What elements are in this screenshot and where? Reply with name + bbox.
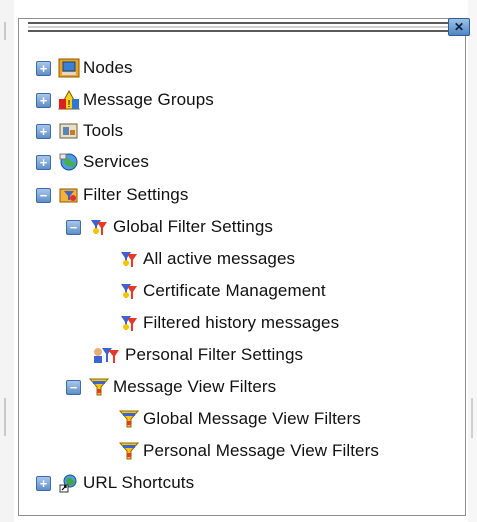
tree-item-services[interactable]: + Services: [36, 150, 149, 174]
tree-item-label: Nodes: [83, 58, 133, 77]
tree-item-label: Personal Message View Filters: [143, 441, 379, 460]
funnel-icon: [118, 441, 140, 461]
tree-item-all-active-messages[interactable]: All active messages: [118, 247, 295, 271]
collapse-icon[interactable]: −: [66, 219, 81, 235]
tree-item-personal-filter-settings[interactable]: Personal Filter Settings: [92, 343, 303, 367]
tree-item-label: Message View Filters: [113, 377, 277, 396]
expand-icon[interactable]: +: [36, 123, 51, 139]
tree-item-message-groups[interactable]: + ! Message Groups: [36, 88, 214, 112]
tree-item-label: Global Filter Settings: [113, 217, 273, 236]
tree-item-label: Personal Filter Settings: [125, 345, 304, 364]
tree-item-label: All active messages: [143, 249, 296, 268]
tree-item-label: Tools: [83, 121, 124, 140]
services-icon: [58, 152, 80, 172]
tree-item-label: Global Message View Filters: [143, 409, 361, 428]
tree-item-filter-settings[interactable]: − Filter Settings: [36, 183, 188, 207]
message-groups-icon: !: [58, 89, 80, 110]
collapse-icon[interactable]: −: [36, 187, 51, 203]
filter-settings-icon: [58, 185, 80, 205]
expand-icon[interactable]: +: [36, 92, 51, 108]
tree-item-label: Certificate Management: [143, 281, 326, 300]
nodes-icon: [58, 58, 80, 78]
tree-item-label: Message Groups: [83, 90, 214, 109]
expand-icon[interactable]: +: [36, 475, 51, 491]
tree-item-label: URL Shortcuts: [83, 473, 195, 492]
collapse-icon[interactable]: −: [66, 379, 81, 395]
right-frame-strip: [468, 0, 477, 522]
tree-item-personal-message-view-filters[interactable]: Personal Message View Filters: [118, 439, 379, 463]
tree-item-message-view-filters[interactable]: − Message View Filters: [66, 375, 276, 399]
tree-item-label: Filter Settings: [83, 185, 189, 204]
filter-multi-icon: [92, 345, 122, 365]
panel-title-bar[interactable]: ✕: [24, 18, 470, 38]
tree-item-label: Services: [83, 152, 149, 171]
tree-item-url-shortcuts[interactable]: + URL Shortcuts: [36, 471, 194, 495]
tree-item-label: Filtered history messages: [143, 313, 340, 332]
tree-item-global-filter-settings[interactable]: − Global Filter Settings: [66, 215, 273, 239]
funnel-icon: [118, 409, 140, 429]
tools-icon: [58, 121, 80, 141]
tree-item-nodes[interactable]: + Nodes: [36, 56, 133, 80]
svg-text:!: !: [68, 99, 71, 110]
close-icon: ✕: [453, 20, 465, 34]
left-frame-strip: [0, 0, 14, 522]
filter-icon: [118, 249, 140, 269]
tree-item-tools[interactable]: + Tools: [36, 119, 123, 143]
expand-icon[interactable]: +: [36, 60, 51, 76]
expand-icon[interactable]: +: [36, 154, 51, 170]
filter-icon: [118, 281, 140, 301]
url-shortcuts-icon: [58, 473, 80, 493]
filter-icon: [118, 313, 140, 333]
funnel-icon: [88, 377, 110, 397]
tree-item-global-message-view-filters[interactable]: Global Message View Filters: [118, 407, 361, 431]
close-button[interactable]: ✕: [448, 18, 470, 36]
drag-grip[interactable]: [28, 22, 448, 34]
filter-icon: [88, 217, 110, 237]
tree-item-certificate-management[interactable]: Certificate Management: [118, 279, 326, 303]
tree-item-filtered-history-messages[interactable]: Filtered history messages: [118, 311, 339, 335]
